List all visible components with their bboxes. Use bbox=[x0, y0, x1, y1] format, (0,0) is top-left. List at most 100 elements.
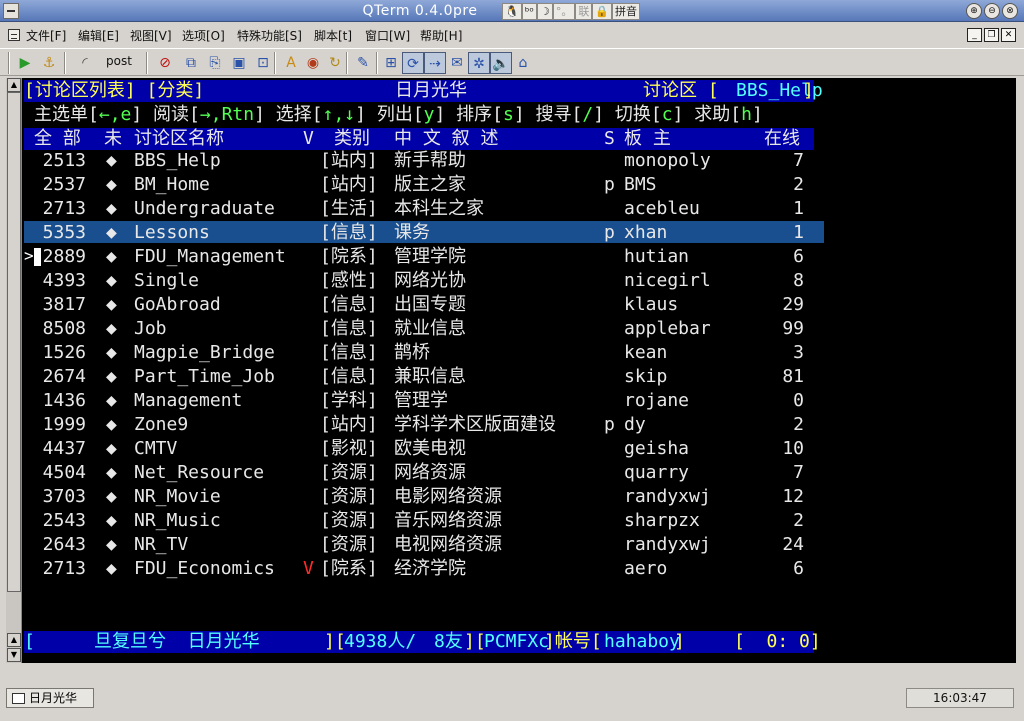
vertical-scrollbar[interactable]: ▲ ▲ ▼ bbox=[6, 78, 22, 663]
status-term: PCMFXc bbox=[484, 631, 550, 652]
online-count: 1 bbox=[793, 198, 804, 219]
title-bar[interactable]: QTerm 0.4.0pre 🐧 ᵇᵒ ☽ °。 联 🔒 拼音 ⊕ ⊖ ⊗ bbox=[0, 0, 1024, 22]
board-master: hutian bbox=[624, 246, 690, 267]
paste-icon[interactable]: ⎘ bbox=[204, 52, 226, 74]
script-icon[interactable]: ⌂ bbox=[512, 52, 534, 74]
board-category: [资源] bbox=[320, 462, 378, 483]
font-icon[interactable]: A bbox=[280, 52, 302, 74]
window-controls: ⊕ ⊖ ⊗ bbox=[966, 3, 1018, 19]
color-icon[interactable]: ◉ bbox=[302, 52, 324, 74]
view-message-icon[interactable]: ⇢ bbox=[424, 52, 446, 74]
menu-window[interactable]: 窗口[W] bbox=[365, 27, 410, 44]
toolbar: ▶ ⚓ ◜ post ⊘ ⧉ ⎘ ▣ ⊡ A ◉ ↻ ✎ ⊞ ⟳ ⇢ ✉ ✲ 🔈… bbox=[0, 48, 1024, 76]
board-row[interactable]: 1436 ◆ Management [学科] 管理学 rojane 0 bbox=[24, 389, 824, 413]
disconnect-icon[interactable]: ⊘ bbox=[154, 52, 176, 74]
help-seg: ] 切换[ bbox=[593, 104, 662, 125]
board-row[interactable]: 2513 ◆ BBS_Help [站内] 新手帮助 monopoly 7 bbox=[24, 149, 824, 173]
auto-reply-icon[interactable]: ⟳ bbox=[402, 52, 424, 74]
close-icon[interactable]: ⊗ bbox=[1002, 3, 1018, 19]
help-seg: ← bbox=[98, 104, 110, 125]
board-row[interactable]: 4504 ◆ Net_Resource [资源] 网络资源 quarry 7 bbox=[24, 461, 824, 485]
scroll-up-bottom-icon[interactable]: ▲ bbox=[7, 633, 21, 647]
input-method-label[interactable]: 拼音 bbox=[612, 3, 641, 20]
board-category: [影视] bbox=[320, 438, 378, 459]
help-seg: / bbox=[582, 104, 594, 125]
board-number: 1999 bbox=[42, 414, 86, 435]
unread-diamond-icon: ◆ bbox=[106, 438, 117, 459]
anchor-icon[interactable]: ⚓ bbox=[38, 52, 60, 74]
board-row[interactable]: 4393 ◆ Single [感性] 网络光协 nicegirl 8 bbox=[24, 269, 824, 293]
settings-icon[interactable]: ✎ bbox=[352, 52, 374, 74]
online-count: 1 bbox=[793, 222, 804, 243]
board-row[interactable]: 2537 ◆ BM_Home [站内] 版主之家 p BMS 2 bbox=[24, 173, 824, 197]
board-row[interactable]: 4437 ◆ CMTV [影视] 欧美电视 geisha 10 bbox=[24, 437, 824, 461]
rectangle-select-icon[interactable]: ⊡ bbox=[252, 52, 274, 74]
scroll-down-icon[interactable]: ▼ bbox=[7, 648, 21, 662]
board-master: dy bbox=[624, 414, 646, 435]
anti-idle-icon[interactable]: ⊞ bbox=[380, 52, 402, 74]
beep-icon[interactable]: 🔈 bbox=[490, 52, 512, 74]
penguin-icon[interactable]: 🐧 bbox=[502, 3, 522, 20]
menu-script[interactable]: 脚本[t] bbox=[314, 27, 352, 44]
maximize-icon[interactable]: ⊕ bbox=[966, 3, 982, 19]
board-name: Job bbox=[134, 318, 167, 339]
board-master: geisha bbox=[624, 438, 690, 459]
board-row[interactable]: 2889 ◆ FDU_Management [院系] 管理学院 hutian 6 bbox=[24, 245, 824, 269]
post-button[interactable]: post bbox=[106, 54, 132, 68]
message-icon[interactable]: ✉ bbox=[446, 52, 468, 74]
online-count: 7 bbox=[793, 150, 804, 171]
session-tab[interactable]: 日月光华 bbox=[6, 688, 94, 708]
mdi-restore-icon[interactable]: ❐ bbox=[984, 28, 999, 42]
board-row[interactable]: 2713 ◆ FDU_Economics V [院系] 经济学院 aero 6 bbox=[24, 557, 824, 581]
menu-options[interactable]: 选项[O] bbox=[182, 27, 225, 44]
window-title: QTerm 0.4.0pre bbox=[362, 3, 478, 19]
mouse-support-icon[interactable]: ✲ bbox=[468, 52, 490, 74]
menu-view[interactable]: 视图[V] bbox=[130, 27, 172, 44]
lock-icon[interactable]: 🔒 bbox=[592, 3, 613, 20]
board-row[interactable]: 1999 ◆ Zone9 [站内] 学科学术区版面建设 p dy 2 bbox=[24, 413, 824, 437]
connect-icon[interactable]: ▶ bbox=[14, 52, 36, 74]
associate-icon[interactable]: 联 bbox=[575, 3, 593, 20]
board-row[interactable]: 2713 ◆ Undergraduate [生活] 本科生之家 acebleu 1 bbox=[24, 197, 824, 221]
online-count: 24 bbox=[782, 534, 804, 555]
mdi-close-icon[interactable]: ✕ bbox=[1001, 28, 1016, 42]
scroll-up-icon[interactable]: ▲ bbox=[7, 78, 21, 92]
board-row[interactable]: 2543 ◆ NR_Music [资源] 音乐网络资源 sharpzx 2 bbox=[24, 509, 824, 533]
board-row[interactable]: 3703 ◆ NR_Movie [资源] 电影网络资源 randyxwj 12 bbox=[24, 485, 824, 509]
copy-paste-icon[interactable]: ▣ bbox=[228, 52, 250, 74]
board-row[interactable]: 2674 ◆ Part_Time_Job [信息] 兼职信息 skip 81 bbox=[24, 365, 824, 389]
menu-help[interactable]: 帮助[H] bbox=[420, 27, 462, 44]
copy-icon[interactable]: ⧉ bbox=[180, 52, 202, 74]
mdi-minimize-icon[interactable]: _ bbox=[967, 28, 982, 42]
board-row[interactable]: 8508 ◆ Job [信息] 就业信息 applebar 99 bbox=[24, 317, 824, 341]
board-number: 2889 bbox=[42, 246, 86, 267]
board-name: FDU_Management bbox=[134, 246, 286, 267]
board-row[interactable]: 2643 ◆ NR_TV [资源] 电视网络资源 randyxwj 24 bbox=[24, 533, 824, 557]
menu-special[interactable]: 特殊功能[S] bbox=[237, 27, 302, 44]
half-width-moon-icon[interactable]: ☽ bbox=[536, 3, 553, 20]
minimize-icon[interactable]: ⊖ bbox=[984, 3, 1000, 19]
refresh-arc-icon[interactable]: ◜ bbox=[74, 52, 96, 74]
col-s: S bbox=[604, 128, 615, 149]
online-count: 0 bbox=[793, 390, 804, 411]
punctuation-icon[interactable]: °。 bbox=[552, 3, 576, 20]
board-row[interactable]: 3817 ◆ GoAbroad [信息] 出国专题 klaus 29 bbox=[24, 293, 824, 317]
scroll-thumb[interactable] bbox=[7, 92, 21, 592]
horizontal-area bbox=[6, 663, 1016, 681]
menu-edit[interactable]: 编辑[E] bbox=[78, 27, 119, 44]
board-row[interactable]: 1526 ◆ Magpie_Bridge [信息] 鹊桥 kean 3 bbox=[24, 341, 824, 365]
board-row[interactable]: 5353 ◆ Lessons [信息] 课务 p xhan 1 bbox=[24, 221, 824, 245]
board-master: skip bbox=[624, 366, 668, 387]
board-name: Zone9 bbox=[134, 414, 189, 435]
window-menu-icon[interactable] bbox=[3, 3, 19, 19]
status-acct: hahaboy bbox=[604, 631, 680, 652]
help-seg: ] 搜寻[ bbox=[513, 104, 583, 125]
toolbar-separator bbox=[146, 52, 148, 74]
refresh-icon[interactable]: ↻ bbox=[324, 52, 346, 74]
col-category: 类别 bbox=[334, 128, 370, 149]
status-bar: 日月光华 16:03:47 bbox=[0, 683, 1024, 721]
menu-file[interactable]: 文件[F] bbox=[26, 27, 66, 44]
board-category: [信息] bbox=[320, 342, 378, 363]
board-description: 本科生之家 bbox=[394, 198, 484, 219]
chinese-mode-icon[interactable]: ᵇᵒ bbox=[521, 3, 537, 20]
